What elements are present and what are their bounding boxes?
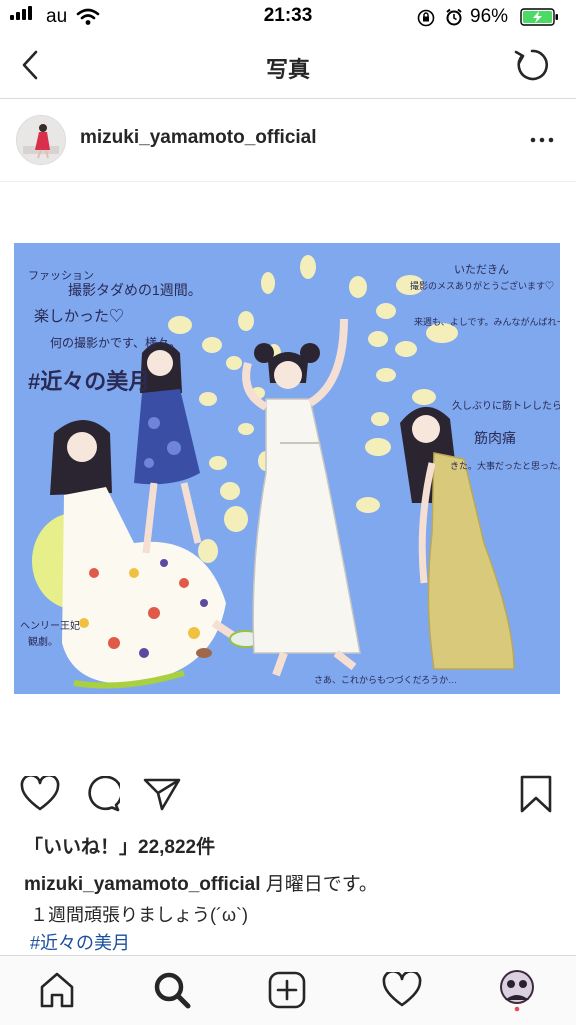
alarm-icon: [446, 8, 462, 26]
note-fashion: ファッション: [28, 270, 94, 282]
note-important: きた。大事だったと思った。: [450, 460, 560, 471]
battery-charging-icon: [520, 8, 558, 26]
tab-home[interactable]: [37, 970, 77, 1010]
hashtag-link[interactable]: #近々の美月: [30, 929, 130, 955]
home-icon: [40, 972, 74, 1008]
tab-add-post[interactable]: [267, 970, 307, 1010]
navigation-bar: 写真: [0, 34, 576, 99]
note-thanks: 撮影のメスありがとうございます♡: [410, 280, 554, 291]
note-what-shoot: 何の撮影かです、様々。: [50, 336, 181, 350]
heart-icon[interactable]: [20, 776, 60, 812]
note-henry: ヘンリー王妃: [20, 620, 80, 632]
tab-search[interactable]: [152, 970, 192, 1010]
add-post-icon: [268, 971, 306, 1009]
status-bar: au 21:33 96%: [0, 0, 576, 34]
activity-heart-icon: [382, 972, 422, 1007]
more-horizontal-icon[interactable]: [530, 137, 554, 143]
note-next-week: 来週も、よしです。みんながんばれー！: [414, 316, 560, 327]
refresh-icon[interactable]: [512, 46, 552, 84]
note-workout: 久しぶりに筋トレしたら、: [452, 399, 560, 412]
caption-text: 月曜日です。: [260, 874, 378, 895]
likes-count[interactable]: 「いいね！」22,822件: [24, 832, 215, 859]
post-image[interactable]: ファッション 撮影タダめの1週間。 楽しかった♡ 何の撮影かです、様々。 #近々…: [14, 243, 560, 694]
note-hashtag: #近々の美月: [28, 369, 150, 394]
caption: mizuki_yamamoto_official 月曜日です。: [24, 869, 378, 896]
bookmark-icon[interactable]: [518, 774, 554, 814]
profile-avatar: [500, 970, 534, 1012]
note-sore: 筋肉痛: [474, 430, 516, 446]
avatar[interactable]: [16, 115, 66, 165]
tab-bar: [0, 955, 576, 1025]
note-shoot: 撮影タダめの1週間。: [68, 282, 202, 298]
illustration: ファッション 撮影タダめの1週間。 楽しかった♡ 何の撮影かです、様々。 #近々…: [14, 243, 560, 694]
caption-line-2: １週間頑張りましょう(´ω`): [30, 905, 249, 925]
note-itadakin: いただきん: [454, 263, 509, 276]
share-icon[interactable]: [142, 776, 182, 812]
search-icon: [154, 972, 191, 1009]
note-fun: 楽しかった♡: [34, 308, 124, 325]
page-title: 写真: [265, 57, 310, 82]
caption-username[interactable]: mizuki_yamamoto_official: [24, 874, 261, 895]
tab-activity[interactable]: [382, 970, 422, 1010]
note-continue: さあ、これからもつづくだろうか…: [314, 675, 457, 685]
tab-profile[interactable]: [497, 970, 537, 1012]
post-username[interactable]: mizuki_yamamoto_official: [80, 127, 317, 149]
comment-icon[interactable]: [82, 776, 120, 812]
orientation-lock-icon: [417, 9, 435, 27]
battery-percent: 96%: [470, 6, 509, 27]
post-actions: [0, 770, 576, 820]
post-header: mizuki_yamamoto_official: [0, 99, 576, 182]
note-theater: 観劇。: [28, 635, 58, 648]
